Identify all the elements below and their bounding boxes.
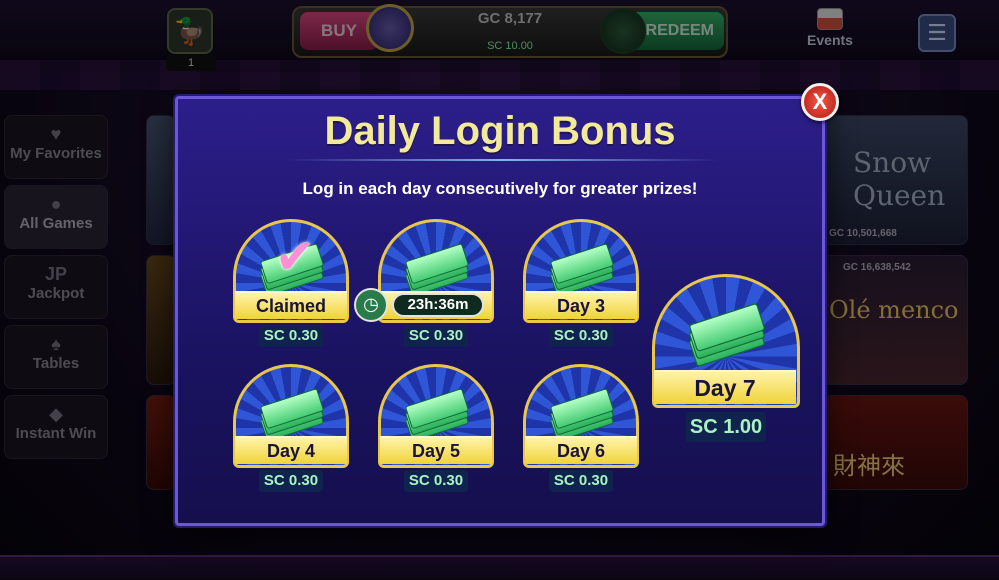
day-card-7: Day 7 SC 1.00: [652, 274, 800, 446]
day-label: Day 4: [235, 436, 347, 464]
day-reward: SC 0.30: [404, 325, 468, 347]
day-label: Day 7: [654, 370, 796, 404]
modal-subtitle: Log in each day consecutively for greate…: [302, 179, 698, 198]
day-label: Day 5: [380, 436, 492, 464]
day-reward: SC 0.30: [259, 325, 323, 347]
day-reward: SC 0.30: [259, 470, 323, 492]
day-reward: SC 0.30: [549, 470, 613, 492]
day-card-5: Day 5 SC 0.30: [378, 364, 494, 494]
day-label: Day 3: [525, 291, 637, 319]
modal-title: Daily Login Bonus: [324, 109, 676, 153]
day-card-6: Day 6 SC 0.30: [523, 364, 639, 494]
day-label: Day 6: [525, 436, 637, 464]
day-label: Claimed: [235, 291, 347, 319]
clock-icon: ◷: [354, 288, 388, 322]
title-divider: [288, 159, 718, 161]
day-card-4: Day 4 SC 0.30: [233, 364, 349, 494]
day-reward: SC 1.00: [686, 412, 766, 442]
daily-login-modal: Daily Login Bonus Log in each day consec…: [175, 96, 825, 526]
checkmark-icon: ✔: [274, 231, 316, 284]
day-card-2: 23h:36m ◷ SC 0.30: [354, 219, 494, 349]
close-button[interactable]: X: [801, 83, 839, 121]
cash-stack-icon: [683, 300, 771, 369]
day-reward: SC 0.30: [404, 470, 468, 492]
day-reward: SC 0.30: [549, 325, 613, 347]
countdown-timer: 23h:36m: [392, 293, 484, 317]
day-card-1: ✔ Claimed SC 0.30: [233, 219, 349, 349]
day-card-3: Day 3 SC 0.30: [523, 219, 639, 349]
